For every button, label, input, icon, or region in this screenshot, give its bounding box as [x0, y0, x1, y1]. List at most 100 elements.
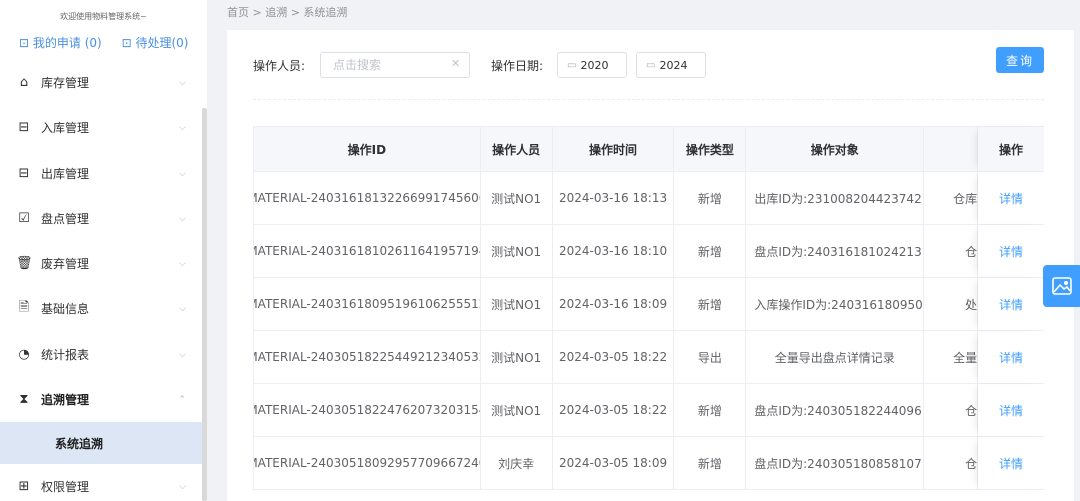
- header-cell: [924, 127, 979, 171]
- trace-table: 操作ID 操作人员 操作时间 操作类型 操作对象 操作 MATERIAL-240…: [253, 126, 1044, 490]
- cell-target: 出库ID为:231008204423742...: [746, 172, 925, 224]
- welcome-text: 欢迎使用物料管理系统~: [60, 12, 147, 21]
- close-icon[interactable]: ✕: [451, 57, 460, 70]
- cell-time: 2024-03-16 18:09: [553, 278, 675, 330]
- cell-time: 2024-03-16 18:13: [553, 172, 675, 224]
- pending-icon: ⊡: [121, 36, 132, 50]
- cell-action: 详情: [978, 384, 1044, 436]
- table-row: MATERIAL-240316180951961062555​12 测试NO1 20…: [254, 278, 1044, 331]
- my-requests-link[interactable]: ⊡ 我的申请 (0): [19, 36, 102, 50]
- operator-search-input[interactable]: [320, 52, 470, 78]
- menu-item-permissions[interactable]: ⊞ 权限管理 ⌵: [0, 464, 202, 501]
- main-panel: 操作人员: ✕ 操作日期: ▭2020 ▭2024 查询 操作ID 操作人员 操…: [227, 30, 1074, 501]
- menu-item-stocktake[interactable]: ☑ 盘点管理 ⌵: [0, 196, 202, 241]
- cell-action: 详情: [978, 331, 1044, 383]
- cell-extra: 仓: [924, 384, 979, 436]
- table-row: MATERIAL-240316181026116419571​94 测试NO1 20…: [254, 225, 1044, 278]
- menu-item-trace[interactable]: ⧗ 追溯管理 ⌃: [0, 377, 202, 422]
- cell-user: 测试NO1: [481, 172, 553, 224]
- home-icon: ⌂: [19, 75, 29, 90]
- date-end-picker[interactable]: ▭ 2024: [636, 52, 706, 78]
- menu-label: 盘点管理: [41, 212, 90, 226]
- breadcrumb[interactable]: 首页 > 追溯 > 系统追溯: [227, 4, 347, 20]
- table-row: MATERIAL-240305182254492123405​32 测试NO1 20…: [254, 331, 1044, 384]
- chevron-down-icon: ⌵: [179, 213, 186, 224]
- cell-target: 盘点ID为:240305180858107...: [746, 437, 925, 489]
- cell-id: MATERIAL-240305182254492123405​32: [254, 331, 481, 383]
- app-title-fragment: [88, 0, 124, 3]
- header-cell: 操作: [978, 127, 1044, 171]
- cell-extra: 仓: [924, 437, 979, 489]
- menu-label: 入库管理: [41, 121, 90, 135]
- cell-target: 入库操作ID为:240316180950...: [746, 278, 925, 330]
- image-icon: [1051, 277, 1072, 295]
- cell-target: 全量导出盘点详情记录: [746, 331, 925, 383]
- detail-link[interactable]: 详情: [999, 349, 1023, 366]
- chevron-down-icon: ⌵: [179, 77, 186, 88]
- inbound-icon: ⊟: [18, 120, 30, 135]
- menu-label: 权限管理: [41, 480, 90, 494]
- cell-action: 详情: [978, 278, 1044, 330]
- cell-time: 2024-03-05 18:22: [553, 331, 675, 383]
- menu-label: 统计报表: [41, 348, 90, 362]
- cell-extra: 仓库: [924, 172, 979, 224]
- chevron-down-icon: ⌵: [179, 258, 186, 269]
- header-cell: 操作人员: [481, 127, 553, 171]
- detail-link[interactable]: 详情: [999, 190, 1023, 207]
- cell-extra: 处: [924, 278, 979, 330]
- cell-time: 2024-03-16 18:10: [553, 225, 675, 277]
- permissions-icon: ⊞: [18, 479, 30, 494]
- cell-time: 2024-03-05 18:09: [553, 437, 675, 489]
- floating-image-button[interactable]: [1043, 265, 1080, 307]
- sidebar: 欢迎使用物料管理系统~ ⊡ 我的申请 (0) ⊡ 待处理(0) ⌂ 库存管理 ⌵…: [0, 0, 207, 501]
- date-label: 操作日期:: [491, 59, 544, 73]
- header-cell: 操作时间: [553, 127, 675, 171]
- cell-action: 详情: [978, 225, 1044, 277]
- document-icon: 🗎: [18, 299, 30, 315]
- chevron-down-icon: ⌵: [179, 303, 186, 314]
- table-row: MATERIAL-240305180929577096672​40 刘庆幸 2024…: [254, 437, 1044, 490]
- menu-item-inventory[interactable]: ⌂ 库存管理 ⌵: [0, 60, 202, 105]
- chevron-down-icon: ⌵: [179, 168, 186, 179]
- cell-type: 新增: [674, 225, 747, 277]
- detail-link[interactable]: 详情: [999, 296, 1023, 313]
- cell-action: 详情: [978, 172, 1044, 224]
- submenu-label: 系统追溯: [55, 436, 104, 451]
- chevron-down-icon: ⌵: [179, 481, 186, 492]
- chevron-down-icon: ⌵: [179, 122, 186, 133]
- detail-link[interactable]: 详情: [999, 455, 1023, 472]
- pie-chart-icon: ◔: [18, 347, 30, 362]
- query-button[interactable]: 查询: [996, 47, 1044, 73]
- request-icon: ⊡: [19, 36, 30, 50]
- cell-user: 测试NO1: [481, 331, 553, 383]
- cell-target: 盘点ID为:240316181024213...: [746, 225, 925, 277]
- menu-item-reports[interactable]: ◔ 统计报表 ⌵: [0, 332, 202, 377]
- menu-item-disposal[interactable]: 🗑 废弃管理 ⌵: [0, 241, 202, 286]
- sidebar-scrollbar[interactable]: [202, 108, 207, 501]
- submenu-system-trace[interactable]: 系统追溯: [0, 422, 207, 464]
- detail-link[interactable]: 详情: [999, 402, 1023, 419]
- cell-user: 测试NO1: [481, 278, 553, 330]
- divider: [253, 99, 1044, 100]
- date-start-picker[interactable]: ▭ 2020: [557, 52, 627, 78]
- calendar-icon: ▭: [646, 59, 656, 71]
- menu-item-inbound[interactable]: ⊟ 入库管理 ⌵: [0, 105, 202, 150]
- detail-link[interactable]: 详情: [999, 243, 1023, 260]
- hourglass-icon: ⧗: [19, 392, 29, 407]
- header-cell: 操作对象: [746, 127, 925, 171]
- chevron-up-icon: ⌃: [178, 394, 186, 405]
- table-header: 操作ID 操作人员 操作时间 操作类型 操作对象 操作: [254, 127, 1044, 172]
- menu-label: 出库管理: [41, 167, 90, 181]
- pending-link[interactable]: ⊡ 待处理(0): [122, 36, 189, 50]
- cell-id: MATERIAL-240316181026116419571​94: [254, 225, 481, 277]
- cell-extra: 仓: [924, 225, 979, 277]
- cell-type: 导出: [674, 331, 747, 383]
- trash-icon: 🗑: [16, 256, 33, 271]
- checklist-icon: ☑: [18, 211, 30, 226]
- menu-item-outbound[interactable]: ⊟ 出库管理 ⌵: [0, 151, 202, 196]
- cell-type: 新增: [674, 437, 747, 489]
- menu-label: 基础信息: [41, 302, 90, 316]
- menu-item-basic-info[interactable]: 🗎 基础信息 ⌵: [0, 286, 202, 331]
- cell-id: MATERIAL-240316181322669917456​06: [254, 172, 481, 224]
- header-cell: 操作ID: [254, 127, 481, 171]
